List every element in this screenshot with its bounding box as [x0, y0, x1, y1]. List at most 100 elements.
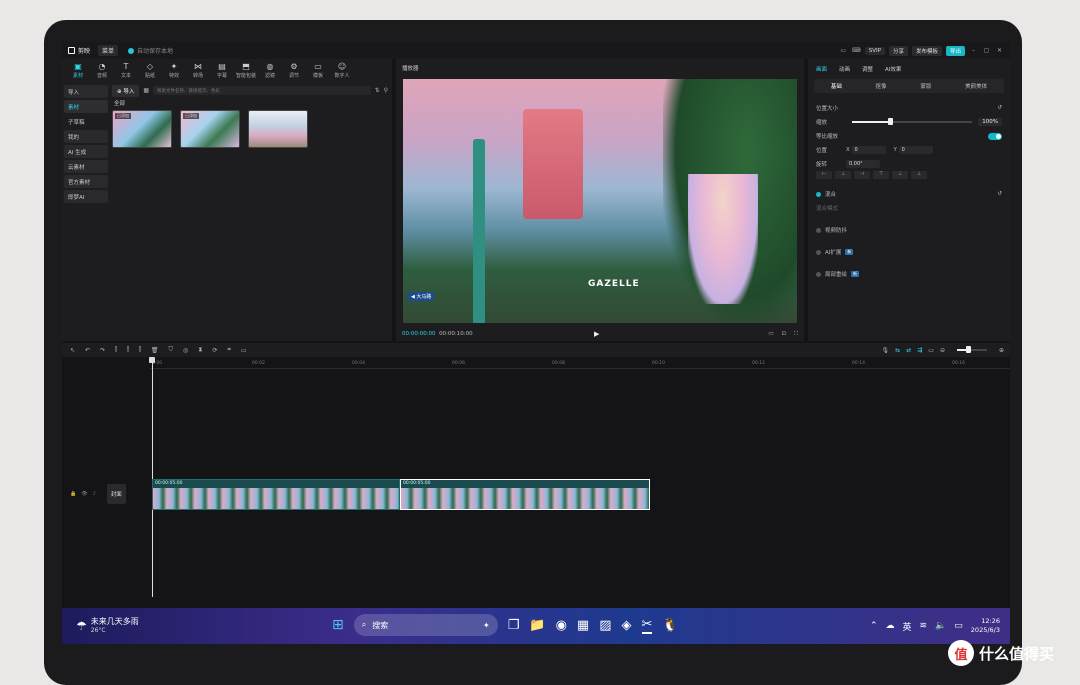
- scale-slider-knob[interactable]: [888, 118, 894, 125]
- tool-tab-template[interactable]: ▭ 模板: [306, 63, 330, 81]
- split-icon[interactable]: ⫿: [115, 346, 117, 354]
- volume-icon[interactable]: 🔈: [935, 621, 946, 631]
- task-view-icon[interactable]: ❐: [508, 618, 520, 633]
- whiteboard-icon[interactable]: ▨: [599, 618, 611, 633]
- menu-button[interactable]: 菜单: [98, 45, 119, 56]
- x-input[interactable]: 0: [851, 146, 886, 154]
- sidebar-item[interactable]: 素材: [64, 100, 108, 113]
- scale-value[interactable]: 100%: [978, 118, 1002, 126]
- mirror-icon[interactable]: ⧗: [198, 346, 202, 354]
- filter-icon[interactable]: ⚲: [384, 87, 388, 94]
- sidebar-item[interactable]: 即梦AI: [64, 190, 108, 203]
- sidebar-item[interactable]: 官方素材: [64, 175, 108, 188]
- share-button[interactable]: 分享: [888, 45, 908, 56]
- publish-template-button[interactable]: 发布模板: [911, 45, 942, 56]
- sidebar-item[interactable]: 云素材: [64, 160, 108, 173]
- rotate-input[interactable]: 0.00°: [846, 160, 880, 168]
- keyboard-icon[interactable]: ⌨: [852, 47, 861, 54]
- align-right-icon[interactable]: ⊣: [854, 171, 870, 179]
- cloud-icon[interactable]: ☁: [886, 621, 895, 631]
- sidebar-item[interactable]: 导入: [64, 85, 108, 98]
- reset-icon[interactable]: ↺: [997, 191, 1002, 197]
- property-subtab[interactable]: 基础: [831, 82, 842, 90]
- preview-axis-icon[interactable]: ⇶: [917, 347, 922, 354]
- scale-slider[interactable]: [852, 118, 973, 125]
- freeze-icon[interactable]: ◎: [183, 347, 188, 354]
- microphone-icon[interactable]: 🎙: [882, 347, 890, 354]
- tool-tab-audio[interactable]: ◔ 音频: [90, 63, 114, 81]
- zoom-slider[interactable]: [956, 346, 987, 353]
- svip-badge[interactable]: SVIP: [864, 46, 885, 55]
- property-subtab[interactable]: 抠像: [876, 82, 887, 90]
- track-eye-icon[interactable]: 👁: [81, 491, 87, 497]
- align-center-icon[interactable]: ⊥: [835, 171, 851, 179]
- video-clip-selected[interactable]: 00:00:05:00: [400, 479, 650, 510]
- time-ruler[interactable]: 0:00 00:02 00:04 00:06 00:08 00:10 00:12 00:14 0…: [150, 359, 1010, 369]
- ratio-icon[interactable]: ▭: [768, 331, 773, 338]
- play-icon[interactable]: ▶: [594, 330, 599, 338]
- marker-icon[interactable]: ⛉: [168, 346, 173, 354]
- taskbar-search[interactable]: ⌕ 搜索 ✦: [353, 614, 498, 636]
- split-left-icon[interactable]: ⫿: [127, 346, 129, 354]
- media-search-input[interactable]: 搜索文件名称、链接提示、色彩: [153, 86, 371, 95]
- stabilize-section[interactable]: 视频防抖: [808, 223, 1010, 237]
- subtitle-icon[interactable]: ▭: [928, 347, 934, 354]
- rotate-icon[interactable]: ⟳: [212, 347, 217, 354]
- ai-expand-section[interactable]: AI扩展新: [808, 245, 1010, 259]
- select-icon[interactable]: ↖: [70, 347, 75, 354]
- media-thumbnail[interactable]: 已添加: [112, 110, 172, 148]
- stabilize-check-icon[interactable]: [816, 227, 821, 233]
- edge-icon[interactable]: ◉: [556, 618, 567, 633]
- playhead[interactable]: [149, 357, 155, 597]
- local-redraw-section[interactable]: 局部重绘新: [808, 267, 1010, 281]
- property-tab[interactable]: 动画: [839, 65, 850, 73]
- chevron-up-icon[interactable]: ⌃: [870, 621, 878, 631]
- track-audio-icon[interactable]: ♪: [93, 491, 96, 497]
- split-right-icon[interactable]: ⫿: [139, 346, 141, 354]
- minimize-icon[interactable]: –: [969, 47, 978, 54]
- battery-icon[interactable]: ▭: [954, 621, 963, 631]
- tool-tab-package[interactable]: ⬒ 智能包装: [234, 63, 258, 81]
- video-preview[interactable]: ◀ 大马路 GAZELLE: [403, 79, 797, 323]
- ai-expand-check-icon[interactable]: [816, 249, 821, 255]
- mix-section[interactable]: 混合 ↺: [808, 187, 1010, 201]
- link-icon[interactable]: ⇆: [895, 347, 900, 354]
- import-button[interactable]: ⊕ 导入: [112, 84, 140, 97]
- store-icon[interactable]: ▦: [577, 618, 589, 633]
- sort-icon[interactable]: ⇅: [375, 87, 380, 94]
- layout-icon[interactable]: ▭: [839, 47, 848, 54]
- mix-mode-row[interactable]: 混合模式: [808, 201, 1010, 215]
- cover-button[interactable]: 封面: [106, 484, 126, 504]
- close-icon[interactable]: ✕: [995, 47, 1004, 54]
- delete-icon[interactable]: 🗑: [151, 347, 159, 354]
- ai-icon[interactable]: ▭: [241, 347, 247, 354]
- file-explorer-icon[interactable]: 📁: [529, 618, 545, 633]
- property-tab[interactable]: AI效果: [885, 65, 901, 73]
- maximize-icon[interactable]: ▢: [982, 47, 991, 54]
- weather-widget[interactable]: ☂ 未来几天多雨 26°C: [76, 617, 139, 635]
- capcut-icon[interactable]: ✂: [641, 617, 653, 634]
- tool-tab-transition[interactable]: ⋈ 转场: [186, 63, 210, 81]
- wifi-icon[interactable]: ≋: [920, 621, 928, 631]
- all-label[interactable]: 全部: [114, 99, 388, 107]
- video-clip[interactable]: 00:00:05:00: [152, 479, 400, 510]
- track-lock-icon[interactable]: 🔒: [70, 491, 76, 497]
- tool-tab-filter[interactable]: ◍ 滤镜: [258, 63, 282, 81]
- tool-tab-avatar[interactable]: ☺ 数字人: [330, 63, 354, 81]
- mix-check-icon[interactable]: [816, 191, 821, 197]
- property-tab[interactable]: 画面: [816, 65, 827, 73]
- zoom-in-icon[interactable]: ⊕: [999, 347, 1004, 354]
- sidebar-item[interactable]: 子草稿: [64, 115, 108, 128]
- tool-tab-text[interactable]: T 文本: [114, 63, 138, 81]
- sidebar-item[interactable]: 我的: [64, 130, 108, 143]
- property-subtab[interactable]: 蒙版: [920, 82, 931, 90]
- tool-tab-subtitle[interactable]: ▤ 字幕: [210, 63, 234, 81]
- zoom-out-icon[interactable]: ⊖: [940, 347, 945, 354]
- tool-tab-sticker[interactable]: ◇ 贴纸: [138, 63, 162, 81]
- local-redraw-check-icon[interactable]: [816, 271, 821, 277]
- windows-start-icon[interactable]: ⊞: [332, 617, 344, 633]
- align-top-icon[interactable]: ⊤: [873, 171, 889, 179]
- qq-icon[interactable]: 🐧: [662, 618, 678, 633]
- export-button[interactable]: 导出: [945, 45, 965, 56]
- reset-icon[interactable]: ↺: [997, 105, 1002, 111]
